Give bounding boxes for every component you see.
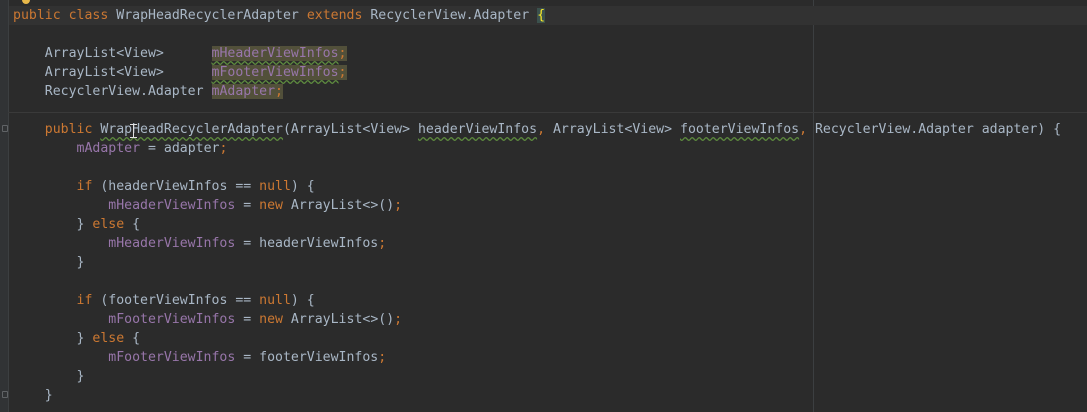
keyword: if (76, 179, 93, 194)
brace: } (76, 255, 85, 270)
operator: = (235, 198, 260, 213)
code-line-field[interactable]: ArrayList<View> mFooterViewInfos; (13, 63, 347, 82)
semicolon: ; (338, 46, 347, 61)
right-margin-guide (813, 0, 814, 412)
keyword: public (13, 8, 61, 23)
param-2: ArrayList<View> (552, 122, 680, 137)
brace: { (124, 331, 141, 346)
code-line-close[interactable]: } (13, 367, 85, 386)
semicolon: ; (338, 65, 347, 80)
editor-gutter[interactable] (0, 0, 9, 412)
field-name: mFooterViewInfos (211, 65, 339, 80)
code-line-statement[interactable]: mHeaderViewInfos = new ArrayList<>(); (13, 196, 402, 215)
semicolon: ; (275, 84, 283, 99)
code-line-else[interactable]: } else { (13, 215, 141, 234)
param-name: footerViewInfos (680, 122, 800, 137)
parent-class: RecyclerView.Adapter (370, 8, 530, 23)
keyword: else (92, 217, 125, 232)
code-line-field[interactable]: ArrayList<View> mHeaderViewInfos; (13, 44, 347, 63)
code-line-statement[interactable]: mFooterViewInfos = new ArrayList<>(); (13, 310, 402, 329)
code-line-close[interactable]: } (13, 386, 53, 405)
keyword: extends (306, 8, 363, 23)
expression: = adapter (140, 141, 220, 156)
brace: } (76, 217, 93, 232)
field-name: mFooterViewInfos (108, 312, 236, 327)
expression: ArrayList<>() (282, 312, 395, 327)
keyword: if (76, 293, 93, 308)
field-name: mHeaderViewInfos (211, 46, 339, 61)
comma: , (799, 122, 815, 137)
keyword: class (68, 8, 109, 23)
code-line-class-decl[interactable]: public class WrapHeadRecyclerAdapter ext… (9, 6, 1087, 25)
semicolon: ; (378, 350, 387, 365)
constructor-name: WrapHeadRecyclerAdapter (100, 122, 283, 137)
method-separator (8, 112, 1087, 113)
matched-brace: { (537, 8, 546, 23)
code-line-if[interactable]: if (headerViewInfos == null) { (13, 177, 315, 196)
field-name: mAdapter (211, 84, 276, 99)
fold-marker-icon[interactable] (2, 391, 8, 398)
class-name: WrapHeadRecyclerAdapter (116, 8, 299, 23)
keyword: else (92, 331, 125, 346)
expression: ArrayList<>() (282, 198, 395, 213)
expression: = footerViewInfos (235, 350, 379, 365)
semicolon: ; (394, 198, 403, 213)
keyword: null (259, 293, 291, 308)
code-line-assign[interactable]: mAdapter = adapter; (13, 139, 228, 158)
brace: { (124, 217, 141, 232)
condition-end: ) { (290, 179, 315, 194)
semicolon: ; (219, 141, 228, 156)
condition-end: ) { (290, 293, 315, 308)
field-type: RecyclerView.Adapter (44, 84, 204, 99)
field-name: mHeaderViewInfos (108, 236, 236, 251)
semicolon: ; (394, 312, 403, 327)
keyword: public (44, 122, 93, 137)
ibeam-cursor-icon (130, 124, 137, 138)
code-line-field[interactable]: RecyclerView.Adapter mAdapter; (13, 82, 283, 101)
field-name: mFooterViewInfos (108, 350, 236, 365)
expression: = headerViewInfos (235, 236, 379, 251)
field-name: mAdapter (76, 141, 141, 156)
brace: } (76, 331, 93, 346)
param-1: (ArrayList<View> (282, 122, 418, 137)
lightbulb-icon[interactable] (22, 0, 30, 4)
keyword: null (259, 179, 291, 194)
condition: (headerViewInfos == (92, 179, 260, 194)
brace: } (76, 369, 85, 384)
field-type: ArrayList<View> (44, 46, 164, 61)
fold-marker-icon[interactable] (2, 125, 8, 132)
semicolon: ; (378, 236, 387, 251)
keyword: new (259, 198, 283, 213)
code-line-statement[interactable]: mFooterViewInfos = footerViewInfos; (13, 348, 386, 367)
code-line-else[interactable]: } else { (13, 329, 141, 348)
code-line-if[interactable]: if (footerViewInfos == null) { (13, 291, 315, 310)
code-line-close[interactable]: } (13, 253, 85, 272)
comma: , (537, 122, 553, 137)
condition: (footerViewInfos == (92, 293, 260, 308)
code-editor[interactable]: public class WrapHeadRecyclerAdapter ext… (0, 0, 1087, 412)
param-3: RecyclerView.Adapter adapter) { (814, 122, 1062, 137)
operator: = (235, 312, 260, 327)
field-type: ArrayList<View> (44, 65, 164, 80)
keyword: new (259, 312, 283, 327)
param-name: headerViewInfos (417, 122, 538, 137)
brace: } (44, 388, 53, 403)
code-line-constructor[interactable]: public WrapHeadRecyclerAdapter(ArrayList… (13, 120, 1061, 139)
code-line-statement[interactable]: mHeaderViewInfos = headerViewInfos; (13, 234, 386, 253)
field-name: mHeaderViewInfos (108, 198, 236, 213)
